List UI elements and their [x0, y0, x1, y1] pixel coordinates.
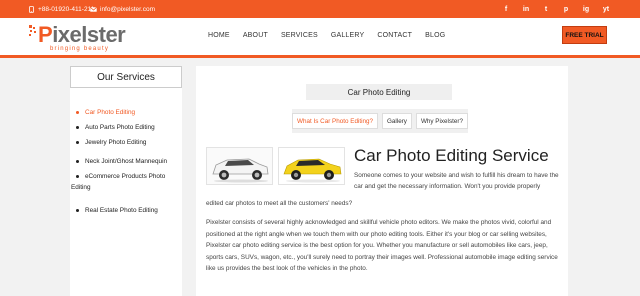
twitter-icon[interactable]: t: [542, 6, 550, 13]
bullet-icon: [76, 126, 79, 129]
car-images: [206, 147, 346, 185]
nav-services[interactable]: SERVICES: [281, 32, 318, 39]
content-tabs: What Is Car Photo Editing? Gallery Why P…: [292, 109, 468, 133]
logo-wordmark: Pixelster: [38, 22, 126, 47]
tab-why-pixelster[interactable]: Why Pixelster?: [415, 113, 468, 129]
sidebar-item-auto-parts[interactable]: Auto Parts Photo Editing: [70, 122, 182, 133]
email-text: info@pixelster.com: [100, 5, 156, 13]
bullet-icon: [76, 175, 79, 178]
free-trial-button[interactable]: FREE TRIAL: [562, 26, 607, 44]
nav-about[interactable]: ABOUT: [243, 32, 268, 39]
instagram-icon[interactable]: ig: [582, 6, 590, 13]
site-header: Pixelster bringing beauty HOME ABOUT SER…: [0, 18, 640, 58]
nav-gallery[interactable]: GALLERY: [331, 32, 365, 39]
logo-pixel-icon: [29, 25, 36, 36]
top-bar: +88-01920-411-211 info@pixelster.com f i…: [0, 0, 640, 18]
sidebar-item-real-estate[interactable]: Real Estate Photo Editing: [70, 205, 182, 216]
email-contact[interactable]: info@pixelster.com: [90, 0, 155, 18]
youtube-icon[interactable]: yt: [602, 6, 610, 13]
bullet-icon: [76, 111, 79, 114]
sidebar-title: Our Services: [70, 66, 182, 88]
nav-blog[interactable]: BLOG: [425, 32, 445, 39]
service-title: Car Photo Editing Service: [354, 146, 549, 165]
intro-paragraph-continued: edited car photos to meet all the custom…: [206, 200, 353, 207]
nav-home[interactable]: HOME: [208, 32, 230, 39]
facebook-icon[interactable]: f: [502, 6, 510, 13]
services-sidebar: Our Services Car Photo Editing Auto Part…: [70, 66, 182, 296]
linkedin-icon[interactable]: in: [522, 6, 530, 13]
main-nav: HOME ABOUT SERVICES GALLERY CONTACT BLOG: [208, 18, 445, 52]
phone-icon: [28, 5, 35, 13]
sidebar-item-jewelry[interactable]: Jewelry Photo Editing: [70, 137, 182, 148]
yellow-car-image: [278, 147, 345, 185]
sidebar-item-neck-joint[interactable]: Neck Joint/Ghost Mannequin: [70, 156, 182, 167]
page-title: Car Photo Editing: [306, 84, 452, 100]
envelope-icon: [90, 6, 97, 13]
phone-text: +88-01920-411-211: [38, 5, 95, 13]
logo-tagline: bringing beauty: [50, 46, 110, 52]
pinterest-icon[interactable]: p: [562, 6, 570, 13]
tab-gallery[interactable]: Gallery: [382, 113, 412, 129]
nav-contact[interactable]: CONTACT: [377, 32, 412, 39]
description-paragraph: Pixelster consists of several highly ack…: [206, 219, 558, 272]
bullet-icon: [76, 209, 79, 212]
sidebar-item-ecommerce[interactable]: eCommerce Products Photo Editing: [70, 171, 182, 193]
intro-paragraph: Someone comes to your website and wish t…: [354, 172, 559, 191]
social-links: f in t p ig yt: [502, 0, 610, 18]
white-car-image: [206, 147, 273, 185]
phone-contact[interactable]: +88-01920-411-211: [28, 0, 94, 18]
logo[interactable]: Pixelster bringing beauty: [28, 22, 126, 54]
tab-what-is-car-photo-editing[interactable]: What Is Car Photo Editing?: [292, 113, 378, 129]
sidebar-item-car-photo-editing[interactable]: Car Photo Editing: [70, 107, 182, 118]
bullet-icon: [76, 141, 79, 144]
main-content: Car Photo Editing What Is Car Photo Edit…: [196, 66, 568, 296]
bullet-icon: [76, 160, 79, 163]
